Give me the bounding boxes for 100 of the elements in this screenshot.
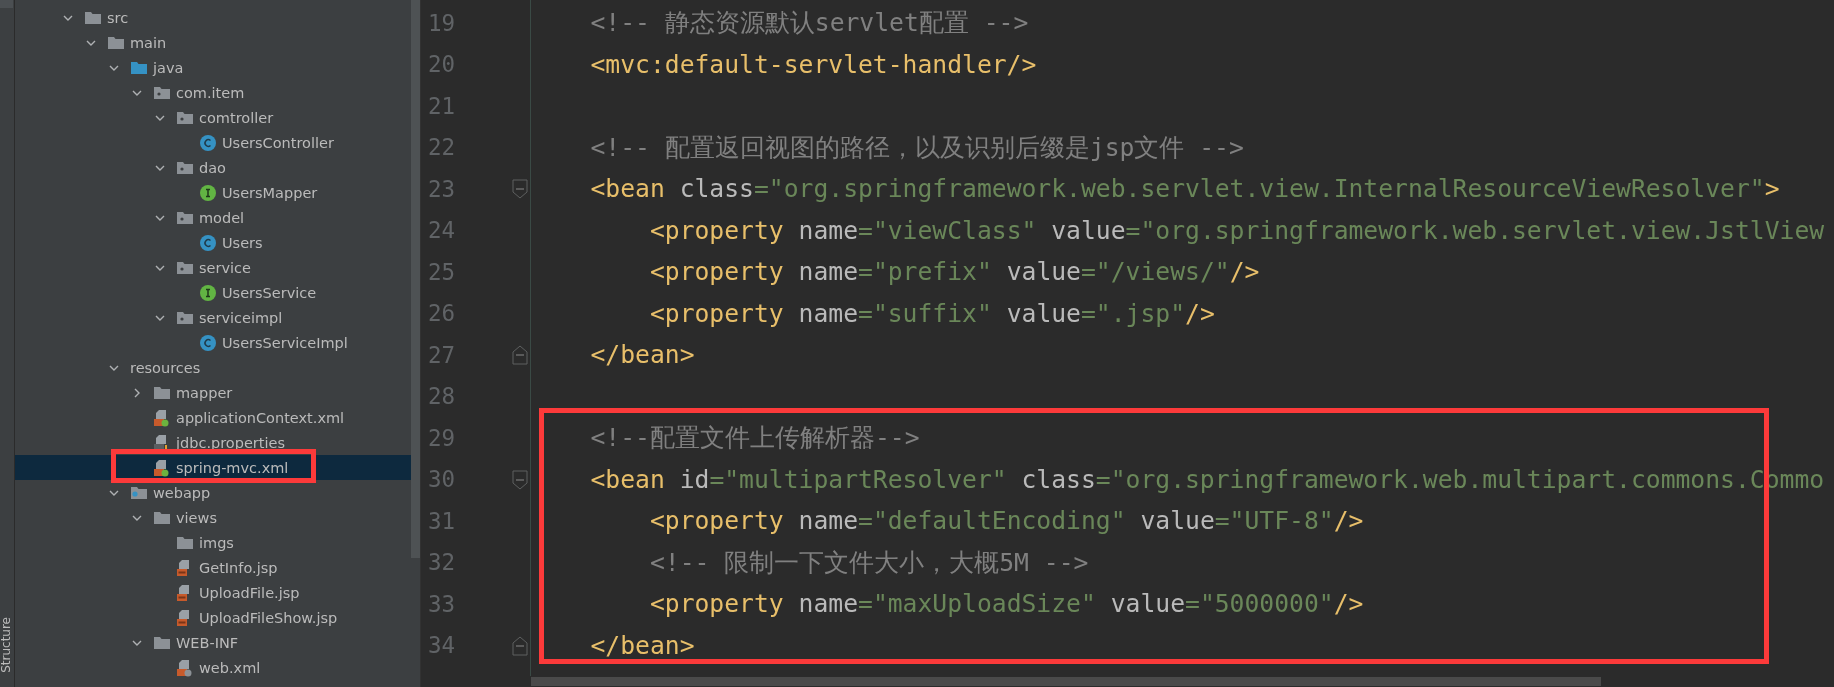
tree-item[interactable]: imgs [15, 530, 411, 555]
tree-item[interactable]: UsersMapper [15, 180, 411, 205]
code-token: class [1020, 464, 1096, 494]
code-token: </bean> [589, 630, 695, 660]
tree-item[interactable]: serviceimpl [15, 305, 411, 330]
line-number: 33 [428, 590, 456, 617]
line-number: 28 [428, 383, 456, 410]
xml-file-icon [153, 408, 171, 427]
tree-item-label: web.xml [199, 659, 261, 676]
code-token: <property [648, 298, 784, 328]
line-number: 22 [428, 134, 456, 161]
tree-item-label: Users [222, 234, 263, 251]
code-token: /> [1333, 589, 1364, 618]
tree-item-label: UploadFile.jsp [199, 584, 300, 601]
tree-item[interactable]: spring-mvc.xml [15, 455, 411, 480]
tree-item-label: resources [130, 359, 201, 376]
tree-item[interactable]: jdbc.properties [15, 430, 411, 455]
xml-file-icon [176, 658, 194, 677]
code-token: <!--配置文件上传解析器--> [589, 423, 920, 452]
code-token: ="5000000" [1185, 589, 1334, 618]
code-token: <property [648, 257, 784, 286]
code-token: id [678, 464, 710, 494]
tree-item-label: jdbc.properties [176, 434, 285, 451]
fold-marker-icon[interactable] [512, 469, 528, 490]
tree-item[interactable]: resources [15, 355, 411, 380]
code-token: /> [1333, 506, 1364, 535]
code-token: /> [1185, 298, 1215, 328]
tree-item-label: GetInfo.jsp [199, 559, 278, 576]
tree-item[interactable]: WEB-INF [15, 630, 411, 655]
tree-item[interactable]: model [15, 205, 411, 230]
code-token: <bean [589, 174, 665, 203]
code-token: </bean> [589, 340, 695, 369]
code-token: <mvc:default-servlet-handler/> [589, 49, 1037, 79]
tree-item[interactable]: GetInfo.jsp [15, 555, 411, 580]
tree-item[interactable]: java [15, 55, 411, 80]
tree-item[interactable]: src [15, 5, 411, 30]
tree-item-label: java [153, 59, 184, 76]
code-token: ="/views/" [1081, 257, 1230, 286]
scrollbar[interactable] [411, 0, 420, 558]
class-icon [199, 333, 217, 352]
code-token: value [1109, 589, 1185, 618]
line-number: 25 [428, 258, 456, 285]
tree-item[interactable]: main [15, 30, 411, 55]
tree-item[interactable]: web.xml [15, 655, 411, 680]
code-token: value [1050, 215, 1126, 245]
code-token: value [1005, 257, 1081, 286]
tree-item-label: comtroller [199, 109, 274, 126]
code-token: ="UTF-8" [1214, 506, 1334, 535]
tree-item-label: dao [199, 159, 226, 176]
tree-item-label: UsersServiceImpl [222, 334, 348, 351]
tree-item-label: imgs [199, 534, 234, 551]
scrollbar[interactable] [531, 677, 1601, 686]
tree-item[interactable]: com.item [15, 80, 411, 105]
tree-item[interactable]: webapp [15, 480, 411, 505]
tree-item-label: spring-mvc.xml [176, 459, 289, 476]
tree-item[interactable]: UploadFile.jsp [15, 580, 411, 605]
line-number: 26 [428, 300, 456, 327]
line-number: 29 [428, 424, 456, 451]
tree-item-label: model [199, 209, 245, 226]
code-token: ="defaultEncoding" [858, 506, 1126, 535]
tree-item[interactable]: comtroller [15, 105, 411, 130]
tree-item[interactable]: UsersServiceImpl [15, 330, 411, 355]
line-number: 24 [428, 217, 456, 244]
code-token: <!-- 静态资源默认servlet配置 --> [589, 8, 1029, 37]
tree-item[interactable]: UsersController [15, 130, 411, 155]
code-token: <!-- 限制一下文件大小，大概5M --> [648, 547, 1089, 577]
class-icon [199, 133, 217, 152]
line-number: 27 [428, 341, 456, 368]
tree-item-label: main [130, 34, 167, 51]
code-token: > [1764, 174, 1780, 203]
tree-item-label: UsersService [222, 284, 317, 301]
tree-item[interactable]: service [15, 255, 411, 280]
tree-item[interactable]: UploadFileShow.jsp [15, 605, 411, 630]
code-token: ="multipartResolver" [709, 464, 1007, 494]
fold-marker-icon[interactable] [512, 179, 528, 199]
line-number: 20 [428, 51, 456, 78]
line-number: 32 [428, 549, 456, 576]
code-token: ="org.springframework.web.servlet.view.JstlView [1125, 215, 1825, 245]
code-token: value [1005, 298, 1081, 328]
code-token: ="maxUploadSize" [858, 589, 1096, 618]
code-token: =".jsp" [1081, 298, 1186, 328]
class-icon [199, 233, 217, 252]
tree-item[interactable]: dao [15, 155, 411, 180]
code-token: <property [648, 215, 784, 245]
tree-item[interactable]: UsersService [15, 280, 411, 305]
tree-item-label: WEB-INF [176, 634, 239, 651]
tree-item[interactable]: views [15, 505, 411, 530]
fold-marker-icon[interactable] [512, 345, 528, 365]
code-token: ="org.springframework.web.servlet.view.InternalResourceViewResolver" [753, 174, 1765, 203]
tree-item[interactable]: mapper [15, 380, 411, 405]
tree-item[interactable]: applicationContext.xml [15, 405, 411, 430]
interface-icon [199, 283, 217, 302]
code-token: <property [648, 506, 784, 535]
line-number: 34 [428, 632, 456, 659]
code-token: <bean [589, 464, 665, 494]
fold-marker-icon[interactable] [512, 635, 528, 656]
tree-item-label: UsersController [222, 134, 334, 151]
line-number: 21 [428, 92, 456, 119]
code-token: name [797, 506, 858, 535]
tree-item[interactable]: Users [15, 230, 411, 255]
